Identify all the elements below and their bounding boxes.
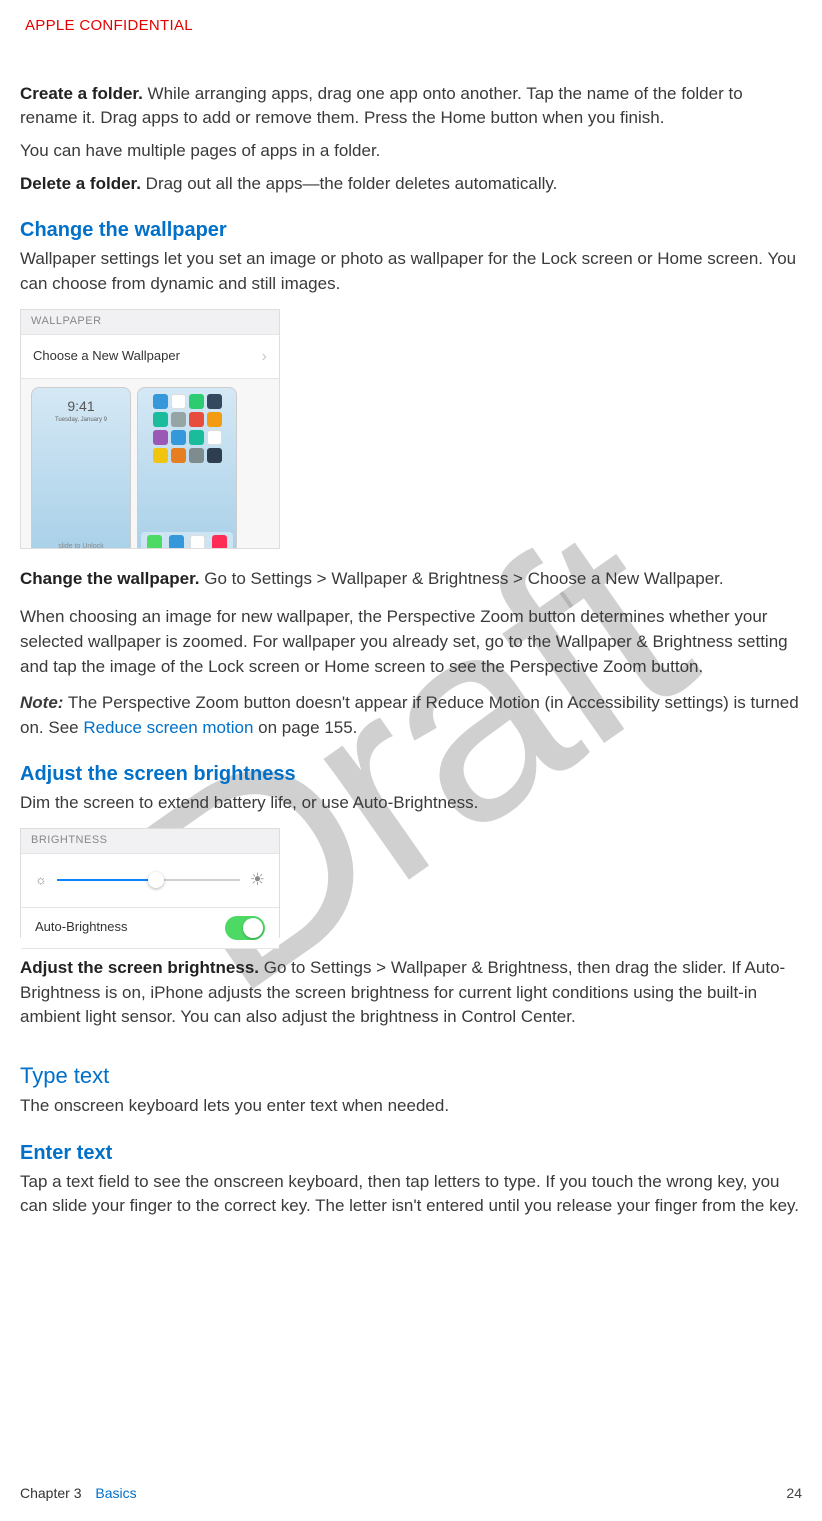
choose-wallpaper-row: Choose a New Wallpaper › [21, 335, 279, 379]
note-label: Note: [20, 693, 63, 712]
app-icon [189, 430, 204, 445]
app-icon [207, 448, 222, 463]
enter-text-heading: Enter text [20, 1139, 802, 1168]
slide-unlock-text: slide to Unlock [32, 542, 130, 549]
confidential-marker: APPLE CONFIDENTIAL [25, 15, 802, 37]
chevron-right-icon: › [262, 345, 267, 368]
app-icon [207, 394, 222, 409]
app-icon [171, 412, 186, 427]
change-wallpaper-heading: Change the wallpaper [20, 216, 802, 245]
chapter-title: Basics [95, 1485, 136, 1501]
auto-brightness-toggle[interactable] [225, 916, 265, 940]
delete-folder-bold: Delete a folder. [20, 174, 141, 193]
chapter-label: Chapter 3 [20, 1485, 81, 1501]
change-wallpaper-step: Change the wallpaper. Go to Settings > W… [20, 567, 802, 592]
brightness-intro: Dim the screen to extend battery life, o… [20, 791, 802, 816]
type-text-heading: Type text [20, 1060, 802, 1092]
app-icon [207, 412, 222, 427]
create-folder-para: Create a folder. While arranging apps, d… [20, 82, 802, 131]
choose-wallpaper-label: Choose a New Wallpaper [33, 347, 180, 366]
slider-thumb-icon[interactable] [148, 872, 164, 888]
auto-brightness-label: Auto-Brightness [35, 918, 128, 937]
change-wallpaper-bold: Change the wallpaper. [20, 569, 200, 588]
app-icon [153, 430, 168, 445]
wallpaper-screenshot: WALLPAPER Choose a New Wallpaper › 9:41 … [20, 309, 280, 549]
wallpaper-intro: Wallpaper settings let you set an image … [20, 247, 802, 296]
reduce-motion-link[interactable]: Reduce screen motion [83, 718, 253, 737]
app-icon [189, 448, 204, 463]
app-icon [153, 394, 168, 409]
type-text-intro: The onscreen keyboard lets you enter tex… [20, 1094, 802, 1119]
wallpaper-ss-header: WALLPAPER [21, 310, 279, 335]
preview-time: 9:41 [32, 396, 130, 416]
app-icon [171, 448, 186, 463]
change-wallpaper-text: Go to Settings > Wallpaper & Brightness … [200, 569, 724, 588]
auto-brightness-row: Auto-Brightness [21, 908, 279, 949]
create-folder-bold: Create a folder. [20, 84, 143, 103]
home-screen-preview [137, 387, 237, 549]
preview-date: Tuesday, January 9 [32, 416, 130, 425]
app-icon [189, 394, 204, 409]
brightness-screenshot: BRIGHTNESS ☼ ☀ Auto-Brightness [20, 828, 280, 938]
note-text-2: on page 155. [253, 718, 357, 737]
brightness-slider[interactable] [57, 879, 240, 881]
safari-app-icon [190, 535, 205, 549]
sun-small-icon: ☼ [35, 871, 47, 890]
app-icon [153, 412, 168, 427]
multi-pages-para: You can have multiple pages of apps in a… [20, 139, 802, 164]
lock-screen-preview: 9:41 Tuesday, January 9 slide to Unlock [31, 387, 131, 549]
app-icon [171, 394, 186, 409]
brightness-slider-row: ☼ ☀ [21, 854, 279, 908]
sun-large-icon: ☀ [250, 868, 265, 893]
page-footer: Chapter 3 Basics 24 [20, 1483, 802, 1503]
enter-text-para: Tap a text field to see the onscreen key… [20, 1170, 802, 1219]
delete-folder-para: Delete a folder. Drag out all the apps—t… [20, 172, 802, 197]
app-icon [153, 448, 168, 463]
brightness-ss-header: BRIGHTNESS [21, 829, 279, 854]
delete-folder-text: Drag out all the apps—the folder deletes… [141, 174, 557, 193]
brightness-heading: Adjust the screen brightness [20, 760, 802, 789]
app-icon [171, 430, 186, 445]
adjust-brightness-para: Adjust the screen brightness. Go to Sett… [20, 956, 802, 1030]
phone-app-icon [147, 535, 162, 549]
adjust-bold: Adjust the screen brightness. [20, 958, 259, 977]
note-para: Note: The Perspective Zoom button doesn'… [20, 691, 802, 740]
music-app-icon [212, 535, 227, 549]
app-icon [189, 412, 204, 427]
dock [141, 532, 233, 549]
app-icon [207, 430, 222, 445]
mail-app-icon [169, 535, 184, 549]
perspective-para: When choosing an image for new wallpaper… [20, 605, 802, 679]
page-number: 24 [786, 1483, 802, 1503]
